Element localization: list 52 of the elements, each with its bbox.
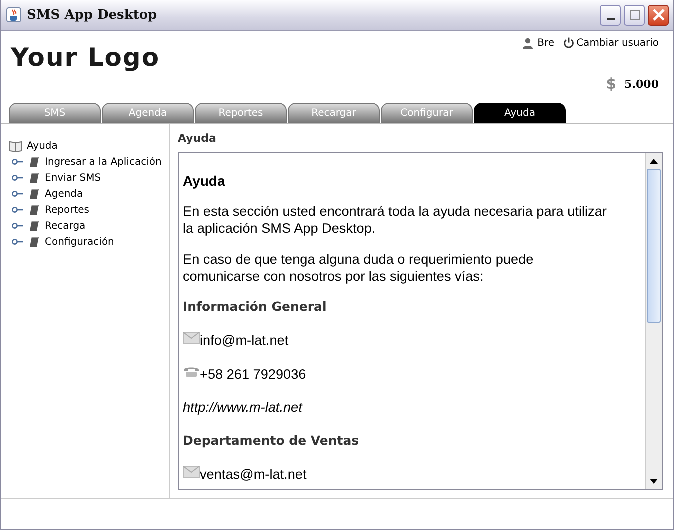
envelope-icon [183,332,200,344]
document-icon [29,172,40,184]
tree-item[interactable]: Reportes [45,204,90,216]
scroll-thumb[interactable] [647,169,661,323]
minimize-button[interactable] [600,4,621,26]
tree-handle-icon[interactable] [12,174,24,182]
website-link[interactable]: http://www.m-lat.net [183,400,641,415]
help-heading: Ayuda [183,173,226,189]
logo-text: Your Logo [11,43,160,74]
power-icon [562,37,575,49]
tree-handle-icon[interactable] [12,238,24,246]
tab[interactable]: Ayuda [474,103,566,123]
phone-text: +58 261 7929036 [200,366,306,384]
switch-user-button[interactable]: Cambiar usuario [562,37,659,49]
tree-handle-icon[interactable] [12,222,24,230]
envelope-icon [183,466,200,478]
maximize-icon [630,10,640,20]
close-button[interactable] [648,4,669,26]
tree-item[interactable]: Enviar SMS [45,172,102,184]
close-icon [652,9,664,21]
help-subheading: Información General [183,299,328,314]
help-paragraph: En caso de que tenga alguna duda o requerimiento puede comunicarse con nosotros por las siguientes vías: [183,251,535,285]
minimize-icon [606,18,614,20]
document-icon [29,204,40,216]
window-title: SMS App Desktop [27,8,158,22]
section-title: Ayuda [178,132,218,145]
up-arrow-icon [650,158,658,164]
scrollbar[interactable] [645,153,662,489]
document-icon [29,188,40,200]
currency-symbol: $ [606,75,617,93]
tree-handle-icon[interactable] [12,158,24,166]
down-arrow-icon [650,478,658,484]
tree-item[interactable]: Ayuda [27,140,58,152]
user-icon [522,38,534,48]
telephone-icon [183,366,200,378]
tree-item[interactable]: Agenda [45,188,84,200]
user-name: Bre [538,38,555,48]
help-paragraph: En esta sección usted encontrará toda la ayuda necesaria para utilizar la aplicación SMS App Desktop. [183,203,608,237]
tree-handle-icon[interactable] [12,206,24,214]
help-subheading: Departamento de Ventas [183,433,360,448]
email-text: ventas@m-lat.net [200,466,307,484]
document-icon [29,236,40,248]
tree-item[interactable]: Recarga [45,220,86,232]
balance-text: 5.000 [624,78,659,90]
email-text: info@m-lat.net [200,332,289,350]
tree-item[interactable]: Configuración [45,236,114,248]
book-icon [9,140,23,152]
document-icon [29,156,40,168]
tree-item[interactable]: Ingresar a la Aplicación [45,156,162,168]
tree-handle-icon[interactable] [12,190,24,198]
document-icon [29,220,40,232]
coffee-cup-icon [6,7,22,23]
